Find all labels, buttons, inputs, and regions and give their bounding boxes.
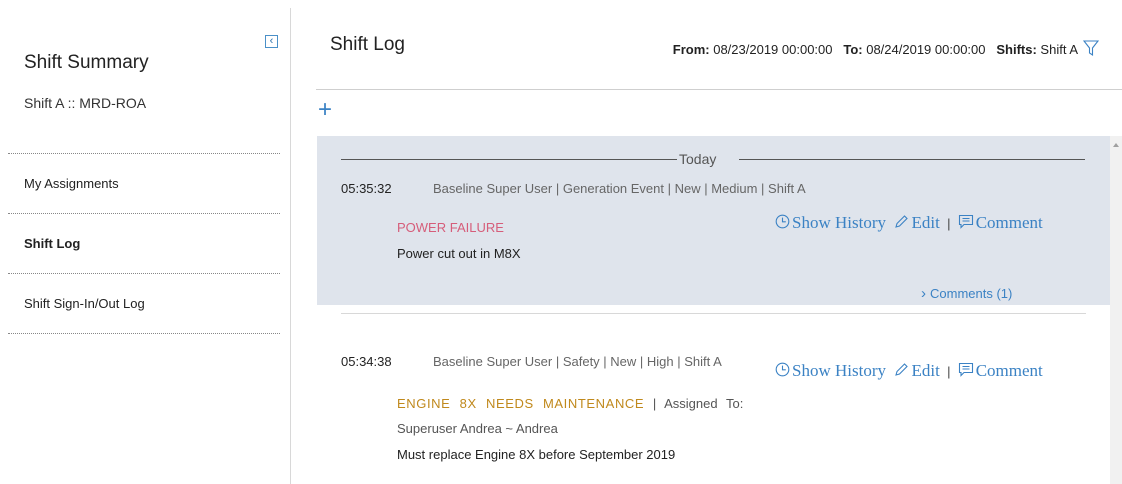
to-value: 08/24/2019 00:00:00	[866, 42, 986, 57]
pencil-icon	[895, 215, 909, 228]
shifts-value: Shift A	[1040, 42, 1078, 57]
entry-meta: Baseline Super User | Safety | New | Hig…	[433, 354, 722, 369]
collapse-sidebar-button[interactable]: ‹	[265, 35, 278, 48]
sidebar-nav: My Assignments Shift Log Shift Sign-In/O…	[8, 153, 280, 334]
action-separator: |	[947, 216, 951, 231]
sidebar-divider	[290, 8, 291, 484]
action-separator: |	[947, 364, 951, 379]
entry-divider	[341, 313, 1086, 314]
log-entry[interactable]: Today 05:35:32 Baseline Super User | Gen…	[317, 136, 1110, 305]
edit-button[interactable]: Edit	[894, 213, 940, 232]
comment-label: Comment	[975, 361, 1043, 380]
from-value: 08/23/2019 00:00:00	[713, 42, 833, 57]
edit-label: Edit	[911, 213, 940, 232]
log-scrollbar[interactable]	[1110, 136, 1122, 484]
comment-button[interactable]: Comment	[958, 213, 1043, 232]
edit-label: Edit	[911, 361, 940, 380]
show-history-button[interactable]: Show History	[775, 213, 886, 232]
comments-count: Comments (1)	[930, 286, 1013, 301]
scroll-up-arrow-icon[interactable]	[1113, 143, 1119, 147]
add-entry-button[interactable]: +	[318, 96, 332, 124]
page-title: Shift Log	[330, 34, 405, 55]
clock-icon	[775, 214, 790, 229]
comments-toggle[interactable]: › Comments (1)	[921, 285, 1012, 302]
comment-button[interactable]: Comment	[958, 361, 1043, 380]
show-history-label: Show History	[792, 213, 886, 232]
sidebar-item-my-assignments[interactable]: My Assignments	[8, 153, 280, 213]
assigned-separator: |	[652, 396, 657, 411]
pencil-icon	[895, 363, 909, 376]
today-divider-left	[341, 159, 677, 160]
entry-time: 05:34:38	[341, 354, 392, 369]
sidebar-title: Shift Summary	[24, 52, 149, 73]
shifts-label: Shifts:	[996, 42, 1037, 57]
entry-description: Must replace Engine 8X before September …	[397, 447, 676, 462]
today-divider-right	[739, 159, 1085, 160]
from-label: From:	[672, 42, 710, 57]
edit-button[interactable]: Edit	[894, 361, 940, 380]
comment-icon	[958, 362, 973, 377]
event-title: POWER FAILURE	[397, 220, 504, 235]
comment-icon	[958, 214, 973, 229]
entry-actions: Show History Edit | Comment	[775, 213, 1043, 233]
entry-description: Power cut out in M8X	[397, 246, 521, 261]
header-divider	[316, 89, 1122, 90]
today-label: Today	[679, 151, 717, 167]
assigned-label: Assigned To:	[664, 396, 744, 411]
clock-icon	[775, 362, 790, 377]
event-title: ENGINE 8X NEEDS MAINTENANCE	[397, 396, 645, 411]
entry-actions: Show History Edit | Comment	[775, 361, 1043, 381]
filter-summary: From: 08/23/2019 00:00:00 To: 08/24/2019…	[673, 42, 1078, 57]
filter-icon[interactable]	[1083, 40, 1099, 57]
assigned-user: Superuser Andrea ~ Andrea	[397, 421, 558, 436]
sidebar-item-shift-log[interactable]: Shift Log	[8, 213, 280, 273]
to-label: To:	[843, 42, 863, 57]
entry-title-line: ENGINE 8X NEEDS MAINTENANCE | Assigned T…	[397, 396, 743, 411]
sidebar-subtitle: Shift A :: MRD-ROA	[24, 95, 147, 111]
sidebar-item-shift-sign-in-out-log[interactable]: Shift Sign-In/Out Log	[8, 273, 280, 333]
chevron-right-icon: ›	[921, 285, 926, 302]
comment-label: Comment	[975, 213, 1043, 232]
shift-summary-sidebar: ‹ Shift Summary Shift A :: MRD-ROA My As…	[0, 0, 292, 484]
entry-meta: Baseline Super User | Generation Event |…	[433, 181, 806, 196]
entry-time: 05:35:32	[341, 181, 392, 196]
show-history-button[interactable]: Show History	[775, 361, 886, 380]
show-history-label: Show History	[792, 361, 886, 380]
